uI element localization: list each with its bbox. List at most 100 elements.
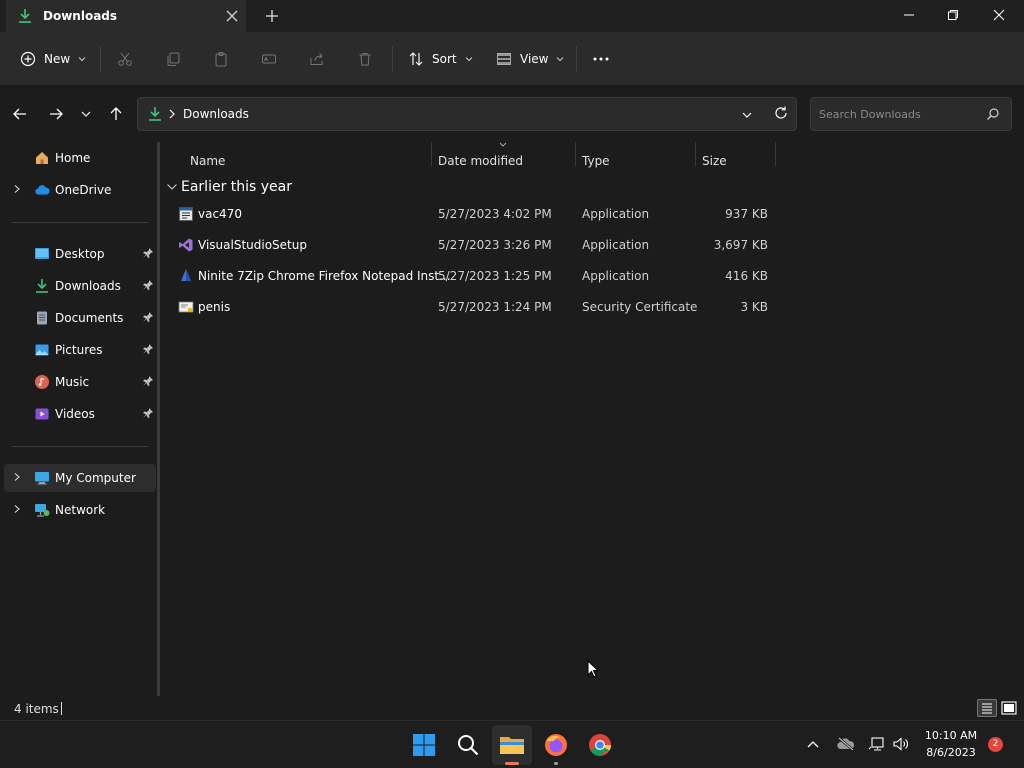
network-icon bbox=[34, 502, 50, 518]
cut-button[interactable] bbox=[117, 51, 133, 67]
pin-icon[interactable] bbox=[142, 375, 154, 387]
onedrive-tray-icon[interactable] bbox=[836, 736, 856, 752]
paste-button[interactable] bbox=[213, 51, 229, 67]
file-size: 3,697 KB bbox=[713, 238, 768, 252]
sidebar-item-my-computer[interactable]: My Computer bbox=[4, 464, 156, 492]
file-name: VisualStudioSetup bbox=[198, 238, 307, 252]
sidebar-item-label: Network bbox=[55, 503, 106, 517]
chevron-right-icon[interactable] bbox=[12, 472, 22, 482]
cloud-icon bbox=[34, 182, 50, 198]
close-button[interactable] bbox=[976, 0, 1022, 30]
column-divider[interactable] bbox=[431, 142, 432, 166]
file-name: vac470 bbox=[198, 207, 242, 221]
column-header-type[interactable]: Type bbox=[582, 154, 610, 168]
restore-button[interactable] bbox=[930, 0, 976, 30]
minimize-button[interactable] bbox=[886, 0, 932, 30]
column-header-name[interactable]: Name bbox=[190, 154, 225, 168]
sidebar-item-network[interactable]: Network bbox=[4, 496, 156, 524]
view-button[interactable]: View bbox=[496, 50, 564, 68]
tiles-view-icon bbox=[1001, 701, 1017, 715]
search-box[interactable] bbox=[810, 97, 1012, 131]
volume-icon[interactable] bbox=[892, 736, 910, 752]
search-icon bbox=[458, 735, 479, 756]
sidebar-item-music[interactable]: Music bbox=[4, 368, 156, 396]
file-size: 937 KB bbox=[725, 207, 768, 221]
column-divider[interactable] bbox=[775, 142, 776, 166]
sidebar-item-label: Desktop bbox=[55, 247, 105, 261]
paste-icon bbox=[215, 52, 227, 67]
home-icon bbox=[34, 150, 50, 166]
network-tray-icon[interactable] bbox=[868, 736, 888, 752]
close-tab-icon[interactable] bbox=[224, 8, 240, 24]
up-button[interactable] bbox=[108, 106, 124, 122]
pin-icon[interactable] bbox=[142, 279, 154, 291]
application-icon bbox=[178, 206, 194, 222]
sidebar-item-label: Pictures bbox=[55, 343, 103, 357]
details-view-icon bbox=[982, 703, 992, 714]
share-button[interactable] bbox=[309, 51, 325, 67]
table-row[interactable]: VisualStudioSetup 5/27/2023 3:26 PM Appl… bbox=[174, 231, 774, 259]
forward-button[interactable] bbox=[48, 106, 66, 122]
back-button[interactable] bbox=[12, 106, 30, 122]
computer-icon bbox=[34, 470, 50, 486]
table-row[interactable]: penis 5/27/2023 1:24 PM Security Certifi… bbox=[174, 293, 774, 321]
firefox-taskbar-button[interactable] bbox=[536, 725, 576, 765]
group-header[interactable]: Earlier this year bbox=[166, 178, 466, 198]
search-input[interactable] bbox=[819, 106, 979, 122]
details-view-button[interactable] bbox=[977, 699, 997, 717]
pin-icon[interactable] bbox=[142, 407, 154, 419]
new-button[interactable]: New bbox=[20, 50, 86, 68]
rename-button[interactable] bbox=[261, 51, 277, 67]
clock-time[interactable]: 10:10 AM bbox=[917, 729, 985, 742]
sidebar-item-videos[interactable]: Videos bbox=[4, 400, 156, 428]
sidebar-item-label: My Computer bbox=[55, 471, 136, 485]
sidebar-item-home[interactable]: Home bbox=[4, 144, 156, 172]
tab-downloads[interactable]: Downloads bbox=[6, 0, 246, 32]
pin-icon[interactable] bbox=[142, 343, 154, 355]
windows-logo-icon bbox=[413, 734, 435, 756]
clock-date[interactable]: 8/6/2023 bbox=[917, 746, 985, 759]
address-bar[interactable]: Downloads bbox=[137, 97, 797, 131]
more-options-button[interactable] bbox=[592, 51, 610, 67]
copy-button[interactable] bbox=[165, 51, 181, 67]
show-hidden-icons-button[interactable] bbox=[806, 738, 820, 750]
column-divider[interactable] bbox=[575, 142, 576, 166]
file-explorer-taskbar-button[interactable] bbox=[492, 725, 532, 765]
search-icon[interactable] bbox=[986, 107, 1000, 121]
breadcrumb-downloads[interactable]: Downloads bbox=[183, 107, 249, 121]
sidebar-item-pictures[interactable]: Pictures bbox=[4, 336, 156, 364]
table-row[interactable]: vac470 5/27/2023 4:02 PM Application 937… bbox=[174, 200, 774, 228]
ninite-icon bbox=[178, 268, 194, 284]
sort-button[interactable]: Sort bbox=[408, 50, 473, 68]
delete-button[interactable] bbox=[357, 51, 373, 67]
chrome-taskbar-button[interactable] bbox=[580, 725, 620, 765]
notification-badge[interactable]: 2 bbox=[988, 737, 1003, 752]
pin-icon[interactable] bbox=[142, 247, 154, 259]
toolbar-separator bbox=[392, 46, 393, 72]
search-taskbar-button[interactable] bbox=[448, 725, 488, 765]
address-history-icon[interactable] bbox=[741, 109, 753, 121]
column-divider[interactable] bbox=[695, 142, 696, 166]
trash-icon bbox=[359, 53, 371, 66]
sidebar-item-downloads[interactable]: Downloads bbox=[4, 272, 156, 300]
start-button[interactable] bbox=[404, 725, 444, 765]
visual-studio-icon bbox=[178, 237, 194, 253]
chevron-right-icon[interactable] bbox=[12, 504, 22, 514]
sidebar-item-documents[interactable]: Documents bbox=[4, 304, 156, 332]
sidebar-item-onedrive[interactable]: OneDrive bbox=[4, 176, 156, 204]
sidebar-item-desktop[interactable]: Desktop bbox=[4, 240, 156, 268]
new-tab-icon[interactable] bbox=[264, 8, 280, 24]
pin-icon[interactable] bbox=[142, 311, 154, 323]
table-row[interactable]: Ninite 7Zip Chrome Firefox Notepad Inst.… bbox=[174, 262, 774, 290]
refresh-button[interactable] bbox=[773, 105, 789, 121]
chevron-down-icon[interactable] bbox=[166, 182, 178, 192]
column-header-size[interactable]: Size bbox=[702, 154, 727, 168]
recent-locations-button[interactable] bbox=[80, 108, 94, 120]
mouse-cursor-icon bbox=[587, 660, 599, 678]
pictures-icon bbox=[34, 342, 50, 358]
tiles-view-button[interactable] bbox=[1000, 700, 1018, 716]
column-header-date[interactable]: Date modified bbox=[438, 154, 523, 168]
chevron-right-icon[interactable] bbox=[12, 184, 22, 194]
arrow-left-icon bbox=[13, 108, 26, 120]
sidebar-item-label: Videos bbox=[55, 407, 95, 421]
